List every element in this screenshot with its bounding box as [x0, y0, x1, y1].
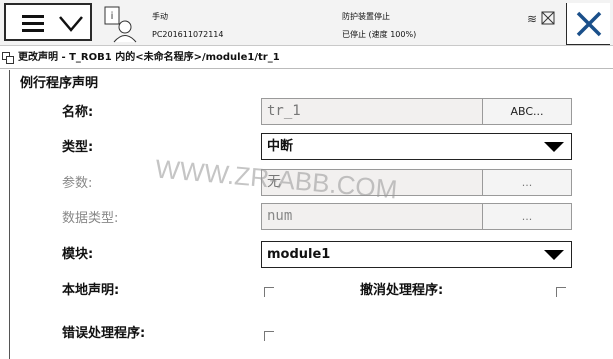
- status-icon[interactable]: ≋: [527, 10, 557, 28]
- dropdown-arrow-icon: [544, 250, 564, 260]
- left-divider: [9, 70, 10, 359]
- controller-name-text: PC201611072114: [152, 30, 224, 39]
- name-keyboard-button[interactable]: ABC...: [482, 98, 572, 125]
- breadcrumb-text: 更改声明 - T_ROB1 内的<未命名程序>/module1/tr_1: [18, 52, 280, 63]
- breadcrumb: 更改声明 - T_ROB1 内的<未命名程序>/module1/tr_1: [0, 47, 613, 69]
- name-field[interactable]: tr_1: [261, 98, 483, 125]
- program-declaration-icon: [2, 52, 14, 64]
- params-button[interactable]: ...: [482, 169, 572, 196]
- watermark: WWW.ZR-ABB.COM: [154, 153, 398, 204]
- main-menu-button[interactable]: [4, 3, 92, 41]
- safety-state-text: 防护装置停止: [342, 12, 390, 21]
- status-left: 手动 PC201611072114: [152, 8, 224, 44]
- close-button[interactable]: [566, 3, 610, 45]
- close-icon: [576, 11, 602, 37]
- svg-text:i: i: [111, 11, 114, 22]
- local-declaration-checkbox[interactable]: [264, 287, 274, 297]
- operating-mode-text: 手动: [152, 12, 168, 21]
- params-label: 参数:: [62, 176, 93, 191]
- datatype-label: 数据类型:: [62, 211, 119, 226]
- undo-handler-checkbox[interactable]: [556, 287, 566, 297]
- undo-handler-label: 撤消处理程序:: [360, 283, 444, 298]
- module-dropdown[interactable]: module1: [261, 241, 572, 268]
- top-bar: i 手动 PC201611072114 防护装置停止 已停止 (速度 100%)…: [0, 0, 613, 46]
- type-label: 类型:: [62, 140, 94, 155]
- watermark-text: WWW.ZR-ABB.COM: [154, 153, 398, 204]
- name-label: 名称:: [62, 105, 94, 120]
- status-middle: 防护装置停止 已停止 (速度 100%): [342, 8, 416, 44]
- datatype-button[interactable]: ...: [482, 203, 572, 230]
- error-handler-checkbox[interactable]: [264, 331, 274, 341]
- dropdown-arrow-icon: [544, 142, 564, 152]
- module-dropdown-value: module1: [267, 247, 331, 262]
- run-state-text: 已停止 (速度 100%): [342, 30, 417, 39]
- svg-text:≋: ≋: [527, 12, 537, 26]
- section-title: 例行程序声明: [20, 76, 99, 91]
- user-info-icon[interactable]: i: [101, 5, 139, 43]
- local-declaration-label: 本地声明:: [62, 283, 120, 298]
- chevron-down-icon: [59, 16, 83, 32]
- error-handler-label: 错误处理程序:: [62, 326, 146, 341]
- menu-icon: [22, 15, 44, 32]
- module-label: 模块:: [62, 247, 94, 262]
